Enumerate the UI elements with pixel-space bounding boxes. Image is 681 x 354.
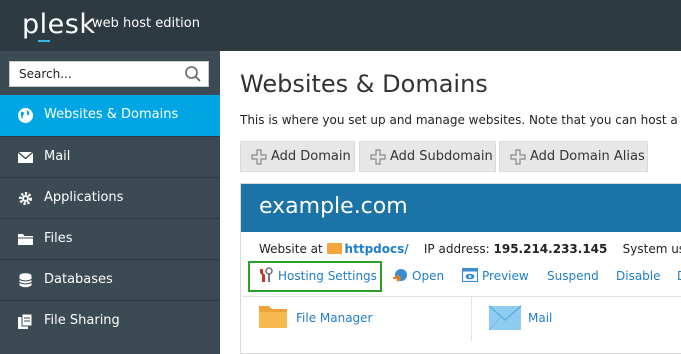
button-label: Add Subdomain <box>390 149 493 164</box>
add-domain-alias-button[interactable]: Add Domain Alias <box>499 141 648 172</box>
search-icon[interactable] <box>184 65 202 83</box>
tile-label: File Manager <box>296 311 373 325</box>
ip-label: IP address: <box>423 242 490 256</box>
domain-name[interactable]: example.com <box>259 194 408 219</box>
file-sharing-icon <box>18 313 33 329</box>
mail-icon <box>17 151 34 163</box>
sidebar: Search... Websites & Domains Mail Applic… <box>0 51 220 354</box>
plus-icon <box>370 149 386 165</box>
sidebar-item-label: Files <box>44 231 73 246</box>
sidebar-item-mail[interactable]: Mail <box>0 136 220 177</box>
mail-tile[interactable]: Mail <box>472 297 681 341</box>
envelope-icon <box>488 305 522 331</box>
top-bar: plesk web host edition <box>0 0 681 51</box>
sidebar-item-label: Applications <box>44 190 124 205</box>
sidebar-item-label: Mail <box>44 149 71 164</box>
page-description: This is where you set up and manage webs… <box>240 113 681 127</box>
website-at-label: Website at <box>259 242 323 256</box>
sidebar-item-label: File Sharing <box>44 313 120 328</box>
sidebar-item-files[interactable]: Files <box>0 218 220 259</box>
sidebar-item-databases[interactable]: Databases <box>0 259 220 300</box>
ip-address: 195.214.233.145 <box>493 242 608 256</box>
domain-header: example.com <box>241 184 681 232</box>
tools-icon <box>260 267 273 282</box>
globe-icon <box>18 108 33 123</box>
sidebar-item-websites-domains[interactable]: Websites & Domains <box>0 95 220 136</box>
sidebar-item-label: Databases <box>44 272 113 287</box>
tools-tiles: File Manager Mail <box>240 296 681 354</box>
gear-icon <box>19 192 32 205</box>
open-icon <box>393 269 407 282</box>
preview-icon <box>462 268 478 282</box>
folder-icon <box>259 306 287 328</box>
button-label: Add Domain Alias <box>530 149 645 164</box>
search-input[interactable]: Search... <box>9 61 209 87</box>
hosting-settings-link[interactable]: Hosting Settings <box>278 269 377 283</box>
plus-icon <box>251 149 267 165</box>
system-user-label: System user <box>622 242 681 256</box>
suspend-link[interactable]: Suspend <box>547 269 599 283</box>
database-icon <box>19 273 32 288</box>
sidebar-item-label: Websites & Domains <box>44 107 179 122</box>
file-manager-tile[interactable]: File Manager <box>240 297 471 341</box>
add-domain-button[interactable]: Add Domain <box>240 141 355 172</box>
edition-label: web host edition <box>92 16 200 31</box>
search-placeholder: Search... <box>19 67 72 81</box>
add-subdomain-button[interactable]: Add Subdomain <box>359 141 496 172</box>
sidebar-item-file-sharing[interactable]: File Sharing <box>0 300 220 341</box>
disable-link[interactable]: Disable <box>616 269 661 283</box>
button-label: Add Domain <box>271 149 351 164</box>
truncated-action-link[interactable]: D <box>677 269 681 283</box>
preview-link[interactable]: Preview <box>482 269 529 283</box>
open-link[interactable]: Open <box>412 269 444 283</box>
docroot-link[interactable]: httpdocs/ <box>345 242 409 256</box>
sidebar-item-applications[interactable]: Applications <box>0 177 220 218</box>
page-title: Websites & Domains <box>240 70 488 98</box>
logo-accent <box>38 40 50 42</box>
files-icon <box>18 234 33 245</box>
domain-info-row: Website at httpdocs/ IP address: 195.214… <box>259 242 681 256</box>
plesk-logo[interactable]: plesk <box>22 9 95 40</box>
plus-icon <box>510 149 526 165</box>
folder-icon <box>326 243 342 254</box>
tile-label: Mail <box>528 311 553 325</box>
